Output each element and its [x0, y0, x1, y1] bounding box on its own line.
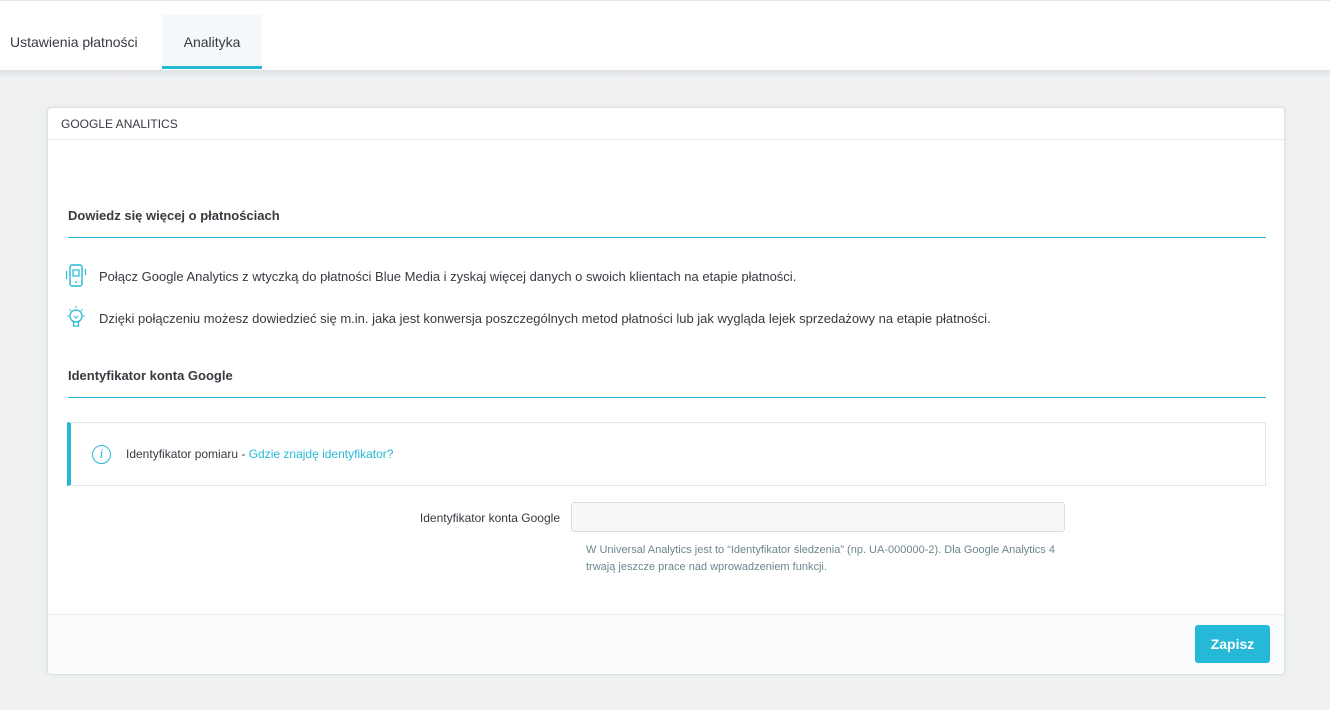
alert-text: Identyfikator pomiaru - Gdzie znajdę ide…: [126, 447, 393, 461]
info-line-connect-text: Połącz Google Analytics z wtyczką do pła…: [99, 268, 797, 284]
section-title-payments: Dowiedz się więcej o płatnościach: [68, 208, 1266, 238]
where-to-find-id-link[interactable]: Gdzie znajdę identyfikator?: [249, 447, 394, 461]
google-account-id-input[interactable]: [571, 502, 1065, 532]
info-line-connect: Połącz Google Analytics z wtyczką do pła…: [65, 263, 796, 289]
top-bar-shadow: [0, 70, 1330, 78]
info-alert: i Identyfikator pomiaru - Gdzie znajdę i…: [67, 422, 1266, 486]
card-header: GOOGLE ANALITICS: [48, 108, 1284, 140]
tab-bar: Ustawienia płatności Analityka: [0, 15, 263, 71]
google-account-id-label: Identyfikator konta Google: [419, 511, 560, 525]
tab-payment-settings[interactable]: Ustawienia płatności: [0, 15, 160, 69]
section-title-google-account: Identyfikator konta Google: [68, 368, 1266, 398]
mobile-payment-icon: [65, 263, 87, 289]
alert-label: Identyfikator pomiaru -: [126, 447, 249, 461]
top-bar: Ustawienia płatności Analityka: [0, 0, 1330, 70]
google-account-id-help: W Universal Analytics jest to “Identyfik…: [586, 544, 1055, 573]
save-button[interactable]: Zapisz: [1195, 625, 1270, 663]
tab-analytics[interactable]: Analityka: [161, 15, 263, 69]
card-footer: Zapisz: [48, 614, 1284, 674]
info-icon: i: [92, 444, 111, 464]
info-line-benefits: Dzięki połączeniu możesz dowiedzieć się …: [65, 305, 991, 331]
info-line-benefits-text: Dzięki połączeniu możesz dowiedzieć się …: [99, 310, 991, 326]
google-analytics-card: GOOGLE ANALITICS Dowiedz się więcej o pł…: [47, 107, 1285, 675]
lightbulb-icon: [65, 305, 87, 331]
